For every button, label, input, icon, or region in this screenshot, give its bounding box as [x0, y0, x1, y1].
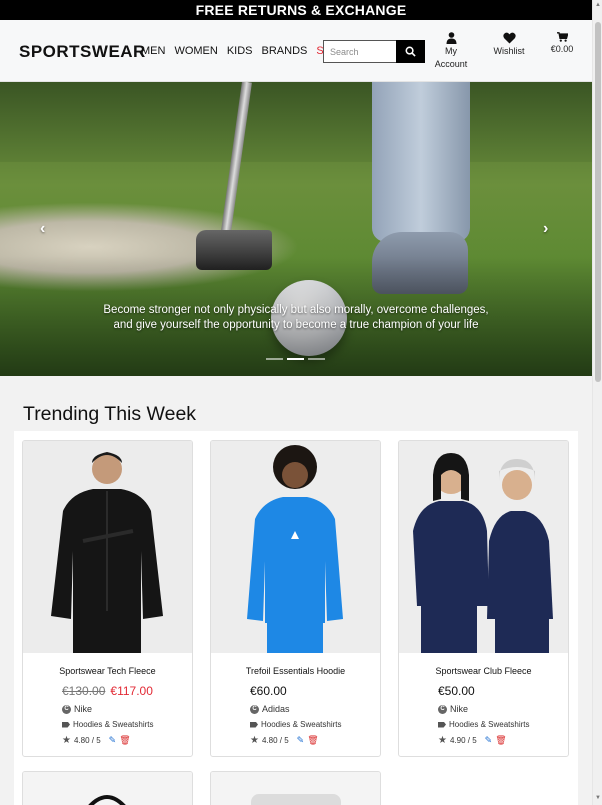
product-photo-bag	[23, 772, 192, 805]
carousel-prev-button[interactable]: ‹	[40, 220, 45, 238]
product-category-name[interactable]: Hoodies & Sweatshirts	[449, 720, 529, 729]
product-photo-socks	[211, 772, 380, 805]
edit-icon[interactable]: ✎	[109, 735, 117, 746]
wishlist-label: Wishlist	[493, 46, 525, 56]
product-category-name[interactable]: Hoodies & Sweatshirts	[73, 720, 153, 729]
product-brand-name[interactable]: Nike	[74, 704, 92, 714]
user-icon	[446, 32, 456, 44]
nav-men[interactable]: MEN	[141, 45, 165, 57]
product-grid: Sportswear Tech Fleece €130.00 €117.00 C…	[14, 431, 578, 805]
chevron-left-icon: ‹	[40, 220, 46, 237]
hero-carousel[interactable]: ‹ › Become stronger not only physically …	[0, 82, 592, 376]
product-name[interactable]: Sportswear Club Fleece	[399, 666, 568, 676]
scroll-down-icon[interactable]: ▼	[595, 795, 601, 801]
product-rating-value: 4.80 / 5	[73, 736, 101, 745]
cart-icon	[556, 32, 568, 42]
product-category: Hoodies & Sweatshirts	[250, 720, 341, 729]
star-icon: ★	[250, 735, 259, 746]
chevron-right-icon: ›	[543, 220, 549, 237]
trash-icon[interactable]: 🗑	[307, 735, 318, 746]
carousel-indicator-3[interactable]	[308, 358, 325, 360]
nav-women[interactable]: WOMEN	[174, 45, 217, 57]
carousel-indicator-2[interactable]	[287, 358, 304, 360]
hero-image-background	[0, 82, 592, 162]
product-name[interactable]: Sportswear Tech Fleece	[23, 666, 192, 676]
product-card-partial[interactable]	[22, 771, 193, 805]
search-input[interactable]	[323, 40, 396, 63]
product-card[interactable]: Trefoil Essentials Hoodie €60.00 C Adida…	[210, 440, 381, 757]
carousel-next-button[interactable]: ›	[543, 220, 548, 238]
nav-brands[interactable]: BRANDS	[262, 45, 308, 57]
scrollbar-thumb[interactable]	[595, 22, 601, 382]
carousel-indicator-1[interactable]	[266, 358, 283, 360]
product-photo-club-fleece	[399, 441, 568, 653]
product-card[interactable]: Sportswear Tech Fleece €130.00 €117.00 C…	[22, 440, 193, 757]
search-icon	[405, 46, 416, 57]
account-label: My Account	[434, 46, 468, 69]
product-sale-price: €117.00	[110, 684, 153, 698]
copyright-icon: C	[62, 704, 71, 714]
account-link[interactable]: My Account	[434, 32, 468, 71]
edit-icon[interactable]: ✎	[297, 735, 305, 746]
product-rating-value: 4.80 / 5	[261, 736, 289, 745]
cart-link[interactable]: €0.00	[548, 32, 576, 56]
site-header: SPORTSWEAR MEN WOMEN KIDS BRANDS SALE My…	[0, 20, 602, 82]
tag-icon	[62, 721, 70, 728]
promo-banner: FREE RETURNS & EXCHANGE	[0, 0, 602, 20]
page-scrollbar[interactable]: ▲ ▼	[592, 0, 602, 805]
product-brand-name[interactable]: Adidas	[262, 704, 290, 714]
product-category: Hoodies & Sweatshirts	[438, 720, 529, 729]
product-brand-name[interactable]: Nike	[450, 704, 468, 714]
product-old-price: €130.00	[62, 684, 106, 698]
product-brand: C Nike	[62, 704, 92, 714]
site-logo[interactable]: SPORTSWEAR	[19, 42, 146, 62]
carousel-indicators	[266, 358, 329, 360]
product-price: €130.00 €117.00	[62, 684, 153, 698]
copyright-icon: C	[250, 704, 259, 714]
product-current-price: €60.00	[250, 684, 287, 698]
product-rating: ★ 4.80 / 5 ✎ 🗑	[250, 735, 319, 746]
wishlist-link[interactable]: Wishlist	[490, 32, 528, 58]
product-brand: C Adidas	[250, 704, 290, 714]
star-icon: ★	[62, 735, 71, 746]
product-brand: C Nike	[438, 704, 468, 714]
search-form	[323, 40, 425, 63]
product-rating: ★ 4.80 / 5 ✎ 🗑	[62, 735, 131, 746]
main-nav: MEN WOMEN KIDS BRANDS SALE	[141, 45, 345, 57]
product-image[interactable]	[399, 441, 568, 653]
product-photo-trefoil-hoodie	[211, 441, 380, 653]
product-photo-tech-fleece	[23, 441, 192, 653]
product-image[interactable]	[211, 441, 380, 653]
product-card-partial[interactable]	[210, 771, 381, 805]
product-image[interactable]	[23, 441, 192, 653]
product-price: €50.00	[438, 684, 475, 698]
edit-icon[interactable]: ✎	[485, 735, 493, 746]
product-rating-value: 4.90 / 5	[449, 736, 477, 745]
nav-kids[interactable]: KIDS	[227, 45, 253, 57]
hero-caption: Become stronger not only physically but …	[103, 304, 489, 331]
hero-image-leg	[372, 82, 470, 242]
product-price: €60.00	[250, 684, 287, 698]
heart-icon	[502, 32, 516, 44]
search-button[interactable]	[396, 40, 425, 63]
trash-icon[interactable]: 🗑	[119, 735, 130, 746]
scroll-up-icon[interactable]: ▲	[595, 2, 601, 8]
trash-icon[interactable]: 🗑	[495, 735, 506, 746]
product-name[interactable]: Trefoil Essentials Hoodie	[211, 666, 380, 676]
product-rating: ★ 4.90 / 5 ✎ 🗑	[438, 735, 507, 746]
trending-title: Trending This Week	[23, 403, 197, 425]
product-category: Hoodies & Sweatshirts	[62, 720, 153, 729]
copyright-icon: C	[438, 704, 447, 714]
cart-total: €0.00	[550, 44, 574, 54]
promo-banner-text: FREE RETURNS & EXCHANGE	[195, 2, 407, 18]
product-category-name[interactable]: Hoodies & Sweatshirts	[261, 720, 341, 729]
product-card[interactable]: Sportswear Club Fleece €50.00 C Nike Hoo…	[398, 440, 569, 757]
tag-icon	[438, 721, 446, 728]
product-current-price: €50.00	[438, 684, 475, 698]
star-icon: ★	[438, 735, 447, 746]
tag-icon	[250, 721, 258, 728]
